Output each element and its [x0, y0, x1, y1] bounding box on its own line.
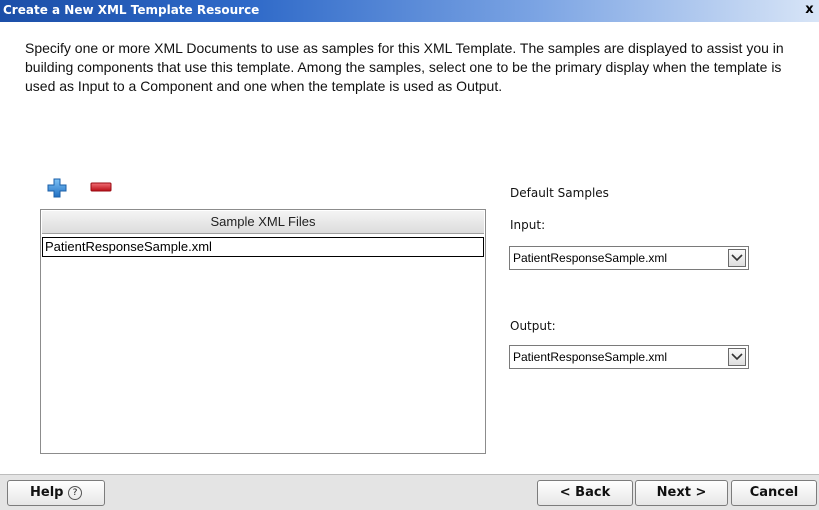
help-button-label: Help: [30, 485, 64, 500]
output-sample-value: PatientResponseSample.xml: [513, 350, 668, 364]
input-dropdown-button[interactable]: [728, 249, 746, 267]
cancel-button[interactable]: Cancel: [731, 480, 817, 506]
title-bar: Create a New XML Template Resource x: [0, 0, 819, 22]
sample-files-table[interactable]: Sample XML Files PatientResponseSample.x…: [40, 209, 486, 454]
chevron-down-icon: [731, 353, 743, 361]
input-sample-value: PatientResponseSample.xml: [513, 251, 668, 265]
chevron-down-icon: [731, 254, 743, 262]
back-button[interactable]: < Back: [537, 480, 633, 506]
close-icon[interactable]: x: [802, 2, 817, 18]
minus-icon[interactable]: [90, 182, 112, 192]
input-sample-select[interactable]: PatientResponseSample.xml: [509, 246, 749, 270]
output-label: Output:: [510, 319, 556, 333]
table-column-header[interactable]: Sample XML Files: [42, 211, 484, 234]
table-row[interactable]: PatientResponseSample.xml: [42, 237, 484, 257]
input-label: Input:: [510, 218, 546, 232]
instructions-text: Specify one or more XML Documents to use…: [25, 40, 784, 94]
output-sample-select[interactable]: PatientResponseSample.xml: [509, 345, 749, 369]
help-icon: ?: [68, 486, 82, 500]
window-title: Create a New XML Template Resource: [3, 3, 260, 17]
next-button[interactable]: Next >: [635, 480, 728, 506]
plus-icon[interactable]: [47, 178, 67, 198]
button-bar: Help ? < Back Next > Cancel: [0, 474, 819, 510]
default-samples-label: Default Samples: [510, 186, 609, 200]
output-dropdown-button[interactable]: [728, 348, 746, 366]
help-button[interactable]: Help ?: [7, 480, 105, 506]
